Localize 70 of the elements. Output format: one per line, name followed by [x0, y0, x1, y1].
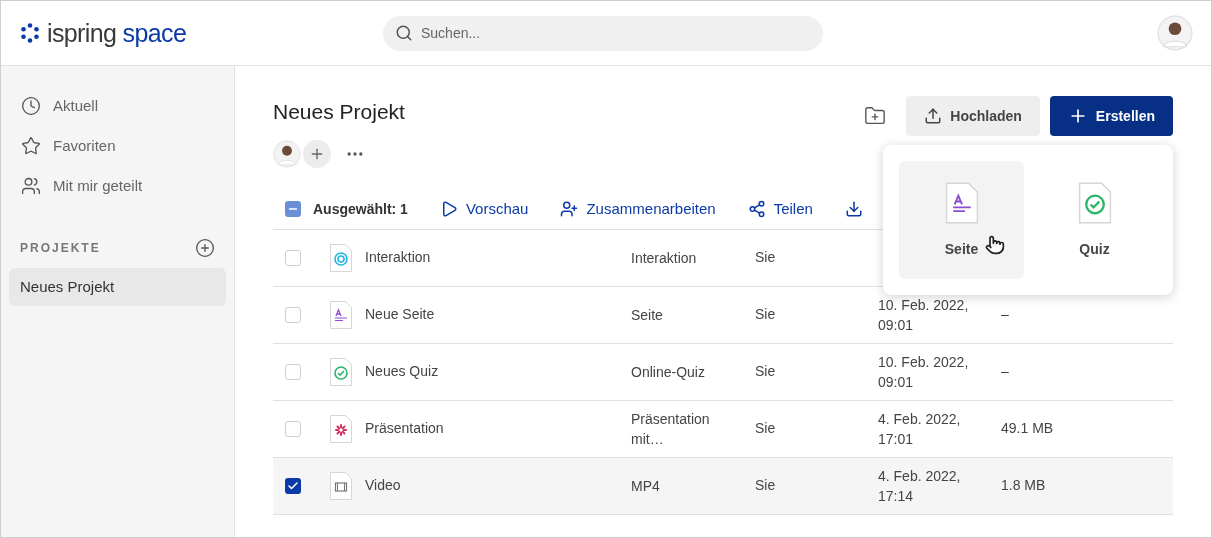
- check-file-icon: [1076, 180, 1113, 225]
- row-checkbox[interactable]: [285, 477, 301, 494]
- table-row[interactable]: Präsentation Präsentation mit… Sie 4. Feb. 2022, 17:01 49.1 MB: [273, 400, 1173, 458]
- file-size: 1.8 MB: [1001, 476, 1046, 495]
- film-file-icon: [329, 470, 353, 501]
- row-checkbox[interactable]: [285, 306, 301, 323]
- selected-count: Ausgewählt: 1: [313, 199, 408, 219]
- clock-icon: [21, 96, 41, 116]
- check-file-icon: [329, 356, 353, 387]
- file-type: Interaktion: [631, 248, 698, 268]
- file-size: –: [1001, 305, 1009, 324]
- avatar-icon: [1157, 15, 1193, 51]
- new-folder-icon[interactable]: [864, 105, 887, 127]
- add-project-icon[interactable]: [195, 238, 215, 258]
- sidebar-item[interactable]: Aktuell: [9, 86, 226, 126]
- text-page-icon: [943, 180, 980, 225]
- file-owner: Sie: [755, 248, 777, 267]
- file-name: Neue Seite: [365, 305, 436, 324]
- add-user-icon: [560, 200, 579, 218]
- logo-icon: [19, 22, 41, 44]
- file-date: 10. Feb. 2022, 09:01: [878, 295, 970, 335]
- toolbar-action[interactable]: Teilen: [747, 197, 813, 221]
- toolbar-action[interactable]: Vorschau: [439, 197, 529, 221]
- file-type: Seite: [631, 305, 664, 325]
- file-name: Neues Quiz: [365, 362, 440, 381]
- hand-cursor-icon: [985, 235, 1005, 255]
- create-button[interactable]: Erstellen: [1049, 96, 1173, 136]
- section-label: PROJEKTE: [20, 240, 101, 257]
- avatar-icon: [273, 139, 301, 168]
- table-row[interactable]: Video MP4 Sie 4. Feb. 2022, 17:14 1.8 MB: [273, 457, 1173, 515]
- create-option[interactable]: Seite: [899, 161, 1024, 279]
- file-date: 10. Feb. 2022, 09:01: [878, 352, 970, 392]
- file-type: Online-Quiz: [631, 362, 706, 382]
- check-icon: [287, 479, 299, 492]
- file-type: Präsentation mit…: [631, 409, 711, 449]
- file-name: Video: [365, 476, 402, 495]
- table-row[interactable]: Neues Quiz Online-Quiz Sie 10. Feb. 2022, 09:01 –: [273, 343, 1173, 401]
- add-member-icon[interactable]: [303, 139, 331, 168]
- toolbar-action[interactable]: Zusammenarbeiten: [560, 197, 716, 221]
- text-page-icon: [329, 299, 353, 330]
- file-size: 49.1 MB: [1001, 419, 1054, 438]
- file-name: Präsentation: [365, 419, 445, 438]
- search-icon: [395, 23, 413, 42]
- file-type: MP4: [631, 476, 661, 496]
- select-all-checkbox[interactable]: [285, 201, 301, 217]
- row-checkbox[interactable]: [285, 249, 301, 266]
- project-item[interactable]: Neues Projekt: [9, 268, 226, 306]
- file-owner: Sie: [755, 362, 777, 381]
- logo-text: ispring space: [47, 20, 187, 46]
- upload-button[interactable]: Hochladen: [906, 96, 1040, 136]
- file-date: 4. Feb. 2022, 17:01: [878, 409, 962, 449]
- ring-file-icon: [329, 242, 353, 273]
- download-icon[interactable]: [844, 200, 863, 218]
- project-title: Neues Projekt: [273, 99, 405, 125]
- search-field[interactable]: Suchen...: [383, 15, 823, 51]
- burst-file-icon: [329, 413, 353, 444]
- file-date: 4. Feb. 2022, 17:14: [878, 466, 962, 506]
- sidebar-item[interactable]: Favoriten: [9, 126, 226, 166]
- row-checkbox[interactable]: [285, 363, 301, 380]
- file-size: –: [1001, 362, 1009, 381]
- sidebar-item[interactable]: Mit mir geteilt: [9, 166, 226, 206]
- file-owner: Sie: [755, 476, 777, 495]
- star-icon: [21, 136, 41, 156]
- file-owner: Sie: [755, 419, 777, 438]
- file-name: Interaktion: [365, 248, 432, 267]
- row-checkbox[interactable]: [285, 420, 301, 437]
- users-icon: [21, 176, 41, 196]
- share-icon: [747, 200, 766, 218]
- upload-icon: [924, 107, 943, 125]
- file-owner: Sie: [755, 305, 777, 324]
